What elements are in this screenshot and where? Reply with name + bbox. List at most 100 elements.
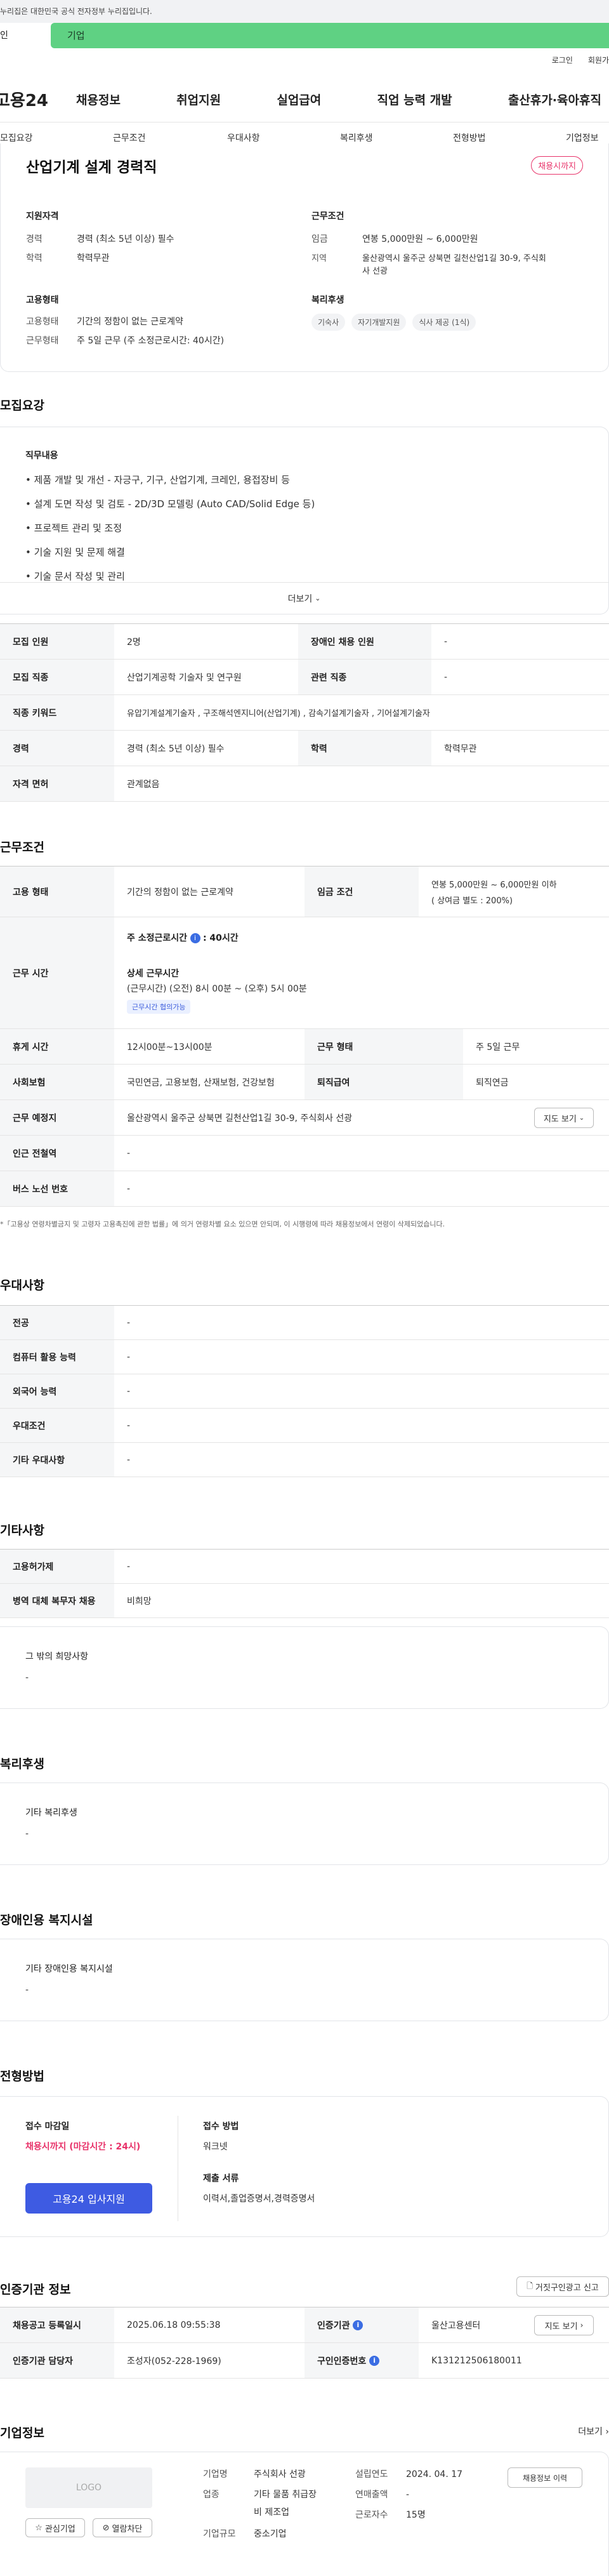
duty-card: 직무내용 • 제품 개발 및 개선 - 자긍구, 기구, 산업기계, 크레인, … <box>0 427 609 614</box>
apply-button[interactable]: 고용24 입사지원 <box>25 2183 152 2214</box>
docs-title: 제출 서류 <box>203 2174 239 2184</box>
disabled-box-title: 기타 장애인용 복지시설 <box>25 1964 113 1974</box>
site-logo[interactable]: 고용24 <box>0 88 76 111</box>
summary-card: 산업기계 설계 경력직 채용시까지 지원자격 경력 경력 (최소 5년 이상) 필… <box>0 143 609 372</box>
audience-tab-company[interactable]: 기업 <box>51 23 609 48</box>
gnb-training[interactable]: 직업 능력 개발 <box>377 91 452 108</box>
selection-card: 접수 마감일 채용시까지 (마감시간 : 24시) 고용24 입사지원 접수 방… <box>0 2096 609 2237</box>
audience-switch: 인 기업 <box>0 23 609 48</box>
selection-section-title: 전형방법 <box>0 2069 44 2083</box>
deadline-value: 채용시까지 (마감시간 : 24시) <box>25 2142 141 2152</box>
table-row: 경력 경력 (최소 5년 이상) 필수 학력 학력무관 <box>0 731 609 766</box>
recruit-table: 모집 인원 2명 장애인 채용 인원 - 모집 직종 산업기계공학 기술자 및 … <box>0 623 609 802</box>
other-wish-title: 그 밖의 희망사항 <box>25 1652 89 1662</box>
recruit-section-title: 모집요강 <box>0 399 44 413</box>
join-link[interactable]: 회원가 <box>588 55 609 65</box>
job-title: 산업기계 설계 경력직 <box>26 159 157 176</box>
table-row: 근무 시간 주 소정근로시간 i : 40시간 상세 근무시간 (근무시간) (… <box>0 917 609 1029</box>
disabled-box-value: - <box>25 1985 29 1995</box>
other-table: 고용허가제 - 병역 대체 복무자 채용 비희망 <box>0 1549 609 1618</box>
cert-map-button[interactable]: 지도 보기 › <box>534 2315 594 2335</box>
table-row: 우대조건 - <box>0 1409 609 1443</box>
company-more-link[interactable]: 더보기 › <box>578 2425 609 2438</box>
table-row: 고용 형태 기간의 정함이 없는 근로계약 임금 조건 연봉 5,000만원 ~… <box>0 866 609 917</box>
company-section-title: 기업정보 <box>0 2426 44 2440</box>
tab-selection[interactable]: 전형방법 <box>453 131 486 144</box>
work-map-button[interactable]: 지도 보기 ⌄ <box>534 1108 594 1128</box>
duty-item: • 프로젝트 관리 및 조정 <box>25 522 122 534</box>
info-icon[interactable]: i <box>353 2320 363 2330</box>
company-field-employees: 근로자수 15명 <box>355 2510 426 2520</box>
emp-heading: 고용형태 <box>26 295 59 305</box>
company-field-size: 기업규모 중소기업 <box>203 2529 287 2539</box>
table-row: 모집 인원 2명 장애인 채용 인원 - <box>0 624 609 660</box>
block-icon: ⊘ <box>102 2523 110 2533</box>
tab-welfare[interactable]: 복리후생 <box>340 131 373 144</box>
cert-table: 채용공고 등록일시 2025.06.18 09:55:38 인증기관 i 울산고… <box>0 2307 609 2379</box>
welfare-box-value: - <box>25 1829 29 1839</box>
login-link[interactable]: 로그인 <box>552 55 573 65</box>
company-field-industry-cont: 비 제조업 <box>254 2507 289 2518</box>
hours-detail-value: (근무시간) (오전) 8시 00분 ~ (오후) 5시 00분 <box>127 984 307 994</box>
duty-item: • 기술 지원 및 문제 해결 <box>25 547 125 558</box>
info-icon[interactable]: i <box>190 933 200 943</box>
welfare-box-title: 기타 복리후생 <box>25 1808 77 1818</box>
gnb-jobs[interactable]: 채용정보 <box>76 91 121 108</box>
chevron-right-icon: › <box>605 2427 609 2437</box>
job-history-button[interactable]: 채용정보 이력 <box>508 2467 582 2488</box>
welfare-card: 기타 복리후생 - <box>0 1783 609 1865</box>
table-row: 직종 키워드 유압기계설계기술자 , 구조해석엔지니어(산업기계) , 감속기설… <box>0 695 609 731</box>
gnb-employment-support[interactable]: 취업지원 <box>176 91 221 108</box>
table-row: 인근 전철역 - <box>0 1136 609 1171</box>
info-icon[interactable]: i <box>369 2355 380 2366</box>
table-row: 모집 직종 산업기계공학 기술자 및 연구원 관련 직종 - <box>0 660 609 695</box>
global-nav: 고용24 채용정보 취업지원 실업급여 직업 능력 개발 출산휴가·육아휴직 <box>0 86 609 112</box>
work-table: 고용 형태 기간의 정함이 없는 근로계약 임금 조건 연봉 5,000만원 ~… <box>0 866 609 1221</box>
prefer-section-title: 우대사항 <box>0 1278 44 1292</box>
company-field-founded: 설립연도 2024. 04. 17 <box>355 2469 463 2480</box>
company-card: LOGO ☆ 관심기업 ⊘ 열람차단 기업명 주식회사 선광 업종 기타 물품 취급장 … <box>0 2452 609 2576</box>
company-field-industry: 업종 기타 물품 취급장 <box>203 2490 317 2500</box>
other-wish-value: - <box>25 1673 29 1683</box>
table-row: 자격 면허 관계없음 <box>0 766 609 802</box>
tab-recruit[interactable]: 모집요강 <box>0 131 33 144</box>
cert-section-title: 인증기관 정보 <box>0 2283 71 2297</box>
tab-company[interactable]: 기업정보 <box>566 131 599 144</box>
hours-negotiable-tag: 근무시간 협의가능 <box>127 1000 191 1014</box>
table-row: 기타 우대사항 - <box>0 1443 609 1477</box>
company-logo: LOGO <box>25 2467 152 2508</box>
hours-detail-label: 상세 근무시간 <box>127 969 180 979</box>
block-view-button[interactable]: ⊘ 열람차단 <box>93 2518 152 2537</box>
favorite-company-button[interactable]: ☆ 관심기업 <box>25 2518 85 2537</box>
gnb-leave[interactable]: 출산휴가·육아휴직 <box>508 91 601 108</box>
qual-heading: 지원자격 <box>26 211 59 222</box>
emp-row-type: 고용형태 기간의 정함이 없는 근로계약 <box>26 317 183 327</box>
duty-item: • 설계 도면 작성 및 검토 - 2D/3D 모델링 (Auto CAD/So… <box>25 498 315 510</box>
utility-links: 로그인 회원가 <box>552 55 609 65</box>
duty-more-button[interactable]: 더보기 ⌄ <box>0 582 608 614</box>
duty-item: • 기술 문서 작성 및 관리 <box>25 571 125 582</box>
method-value: 워크넷 <box>203 2142 228 2152</box>
cond-row-wage: 임금 연봉 5,000만원 ~ 6,000만원 <box>311 234 478 244</box>
tab-prefer[interactable]: 우대사항 <box>227 131 260 144</box>
table-row: 인증기관 담당자 조성자(052-228-1969) 구인인증번호 i K131… <box>0 2343 609 2379</box>
other-wish-card: 그 밖의 희망사항 - <box>0 1626 609 1709</box>
report-button[interactable]: 🗋 거짓구인광고 신고 <box>516 2276 609 2297</box>
welfare-section-title: 복리후생 <box>0 1757 44 1771</box>
table-row: 고용허가제 - <box>0 1550 609 1584</box>
audience-tab-individual[interactable]: 인 <box>0 23 51 48</box>
gnb-unemployment[interactable]: 실업급여 <box>277 91 321 108</box>
docs-value: 이력서,졸업증명서,경력증명서 <box>203 2194 315 2204</box>
chevron-down-icon: ⌄ <box>579 1114 585 1122</box>
prefer-table: 전공 - 컴퓨터 활용 능력 - 외국어 능력 - 우대조건 - 기타 우대사항 - <box>0 1305 609 1477</box>
disabled-card: 기타 장애인용 복지시설 - <box>0 1939 609 2021</box>
gov-banner: 누리집은 대한민국 공식 전자정부 누리집입니다. <box>0 0 609 23</box>
table-row: 전공 - <box>0 1306 609 1340</box>
cond-heading: 근무조건 <box>311 211 344 222</box>
gov-banner-text: 누리집은 대한민국 공식 전자정부 누리집입니다. <box>0 7 152 16</box>
duty-heading: 직무내용 <box>25 451 58 461</box>
tab-conditions[interactable]: 근무조건 <box>113 131 146 144</box>
company-field-revenue: 연매출액 - <box>355 2490 410 2500</box>
method-title: 접수 방법 <box>203 2121 239 2132</box>
cond-row-area: 지역 울산광역시 울주군 상북면 길천산업1길 30-9, 주식회 <box>311 254 546 263</box>
